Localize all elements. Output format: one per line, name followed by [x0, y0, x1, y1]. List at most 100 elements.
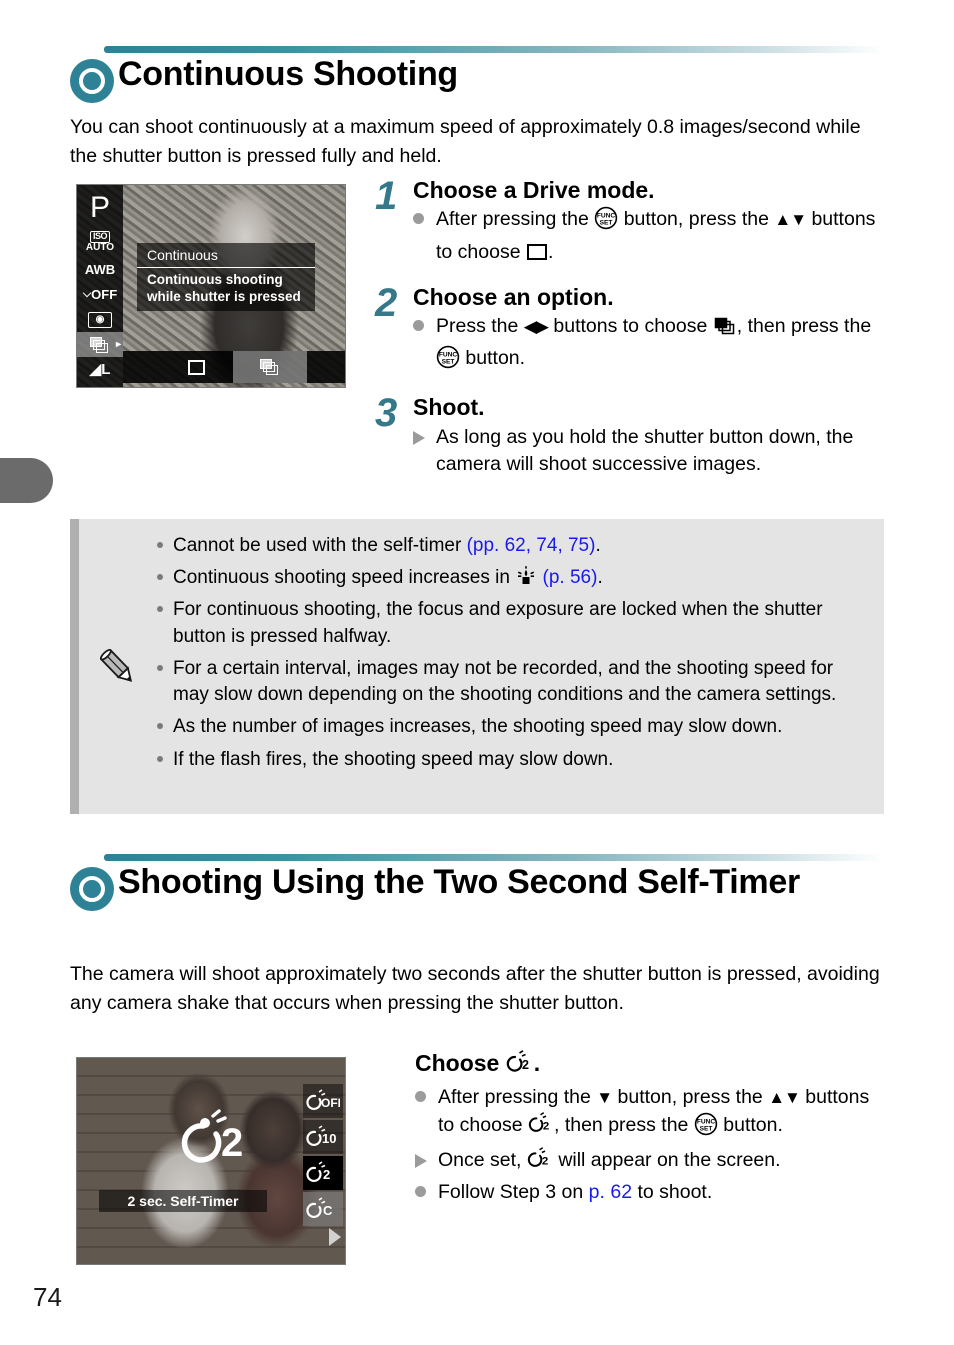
- note-bullet-icon: [157, 533, 173, 548]
- option-continuous-selected: [233, 351, 307, 383]
- step-2-bullet-text: Press the ◀▶ buttons to choose , then pr…: [436, 313, 887, 377]
- section2-instruction-heading: Choose 2 .: [415, 1050, 887, 1079]
- func-panel-title: Continuous: [137, 245, 315, 268]
- func-set-button-icon: FUNC SET: [436, 345, 460, 378]
- iso-label-top: ISO: [89, 231, 110, 243]
- note-item: As the number of images increases, the s…: [157, 714, 866, 740]
- section2-bullet-2: Once set, 2 will appear on the screen.: [415, 1146, 887, 1178]
- step-3-bullet: As long as you hold the shutter button d…: [413, 424, 887, 479]
- step-1-bullet-text: After pressing the FUNC SET button, pres…: [436, 206, 876, 263]
- func-menu-left-column: P ISO AUTO AWB ⌵OFF ◉ ◢L: [77, 185, 123, 387]
- self-timer-off-icon[interactable]: OFF: [303, 1084, 343, 1118]
- svg-text:SET: SET: [600, 220, 613, 227]
- step-2-bullet: Press the ◀▶ buttons to choose , then pr…: [413, 313, 887, 377]
- bullet-triangle-icon: [413, 424, 436, 445]
- camera-screen-self-timer: 2 2 sec. Self-Timer OFF 10: [76, 1057, 346, 1265]
- note-item: Continuous shooting speed increases in (…: [157, 565, 866, 591]
- shooting-mode-icon: P: [89, 191, 110, 224]
- notes-list: Cannot be used with the self-timer (pp. …: [157, 519, 884, 814]
- drive-mode-icon-selected: [77, 332, 123, 357]
- step-2-number: 2: [375, 280, 398, 325]
- left-right-arrows-icon: ◀▶: [523, 316, 549, 336]
- continuous-drive-icon: [714, 317, 736, 345]
- iso-setting-icon: ISO AUTO: [77, 227, 123, 257]
- image-quality-icon: ◢ L: [89, 361, 111, 378]
- page-reference-link[interactable]: (pp. 62, 74, 75): [467, 535, 596, 556]
- svg-text:C: C: [323, 1203, 333, 1218]
- svg-text:2: 2: [323, 1167, 330, 1182]
- step-1-bullet: After pressing the FUNC SET button, pres…: [413, 206, 887, 266]
- note-bullet-icon: [157, 747, 173, 762]
- self-timer-2sec-icon: 2: [506, 1050, 534, 1079]
- iso-label-bottom: AUTO: [85, 241, 115, 253]
- section-ring-icon: [70, 59, 114, 103]
- bullet-dot-icon: [415, 1084, 438, 1103]
- self-timer-2sec-icon-selected[interactable]: 2: [303, 1156, 343, 1190]
- func-set-button-icon: FUNC SET: [694, 1112, 718, 1145]
- manual-page: Continuous Shooting You can shoot contin…: [0, 0, 954, 1345]
- func-panel-desc-line1: Continuous shooting: [147, 272, 283, 287]
- self-timer-option-column: OFF 10 2: [303, 1084, 343, 1228]
- step-3: 3 Shoot. As long as you hold the shutter…: [375, 391, 887, 479]
- section1-steps: 1 Choose a Drive mode. After pressing th…: [375, 176, 887, 479]
- down-arrow-icon: ▼: [596, 1088, 613, 1108]
- self-timer-custom-icon[interactable]: C: [303, 1192, 343, 1226]
- section-two-second-self-timer: Shooting Using the Two Second Self-Timer: [70, 852, 884, 911]
- single-shot-square-icon: [526, 243, 547, 260]
- note-bullet-icon: [157, 656, 173, 671]
- step-2-title: Choose an option.: [413, 283, 614, 310]
- func-set-button-icon: FUNC SET: [594, 206, 618, 239]
- section-ring-icon: [70, 867, 114, 911]
- step-2: 2 Choose an option. Press the ◀▶ buttons…: [375, 280, 887, 378]
- section2-bullet-3: Follow Step 3 on p. 62 to shoot.: [415, 1179, 887, 1207]
- low-light-candle-icon: [515, 566, 542, 588]
- single-shot-square-icon: [187, 359, 205, 375]
- notes-box: Cannot be used with the self-timer (pp. …: [70, 519, 884, 814]
- bullet-dot-icon: [415, 1179, 438, 1198]
- section2-instructions: Choose 2 . After pressing the ▼ button, …: [415, 1050, 887, 1207]
- section2-bullet-1: After pressing the ▼ button, press the ▲…: [415, 1084, 887, 1144]
- flash-off-icon: ⌵ OFF: [82, 287, 118, 302]
- func-menu-description-panel: Continuous Continuous shooting while shu…: [137, 243, 315, 311]
- self-timer-2sec-icon: 2: [528, 1112, 554, 1143]
- note-item: Cannot be used with the self-timer (pp. …: [157, 533, 866, 559]
- step-1-title: Choose a Drive mode.: [413, 177, 655, 203]
- option-single-shot: [159, 351, 233, 383]
- up-down-arrows-icon: ▲▼: [774, 210, 807, 230]
- page-reference-link[interactable]: (p. 56): [543, 567, 598, 588]
- func-menu-option-bar: [123, 351, 345, 383]
- svg-text:2: 2: [522, 1058, 529, 1072]
- svg-text:SET: SET: [442, 358, 455, 365]
- step-1: 1 Choose a Drive mode. After pressing th…: [375, 176, 887, 267]
- notes-icon-column: [79, 519, 157, 814]
- self-timer-label: 2 sec. Self-Timer: [99, 1190, 267, 1212]
- page-reference-link[interactable]: p. 62: [589, 1181, 632, 1203]
- notes-accent-bar: [70, 519, 79, 814]
- svg-text:2: 2: [542, 1155, 548, 1167]
- svg-text:10: 10: [322, 1131, 336, 1146]
- func-panel-desc-line2: while shutter is pressed: [147, 289, 301, 305]
- svg-text:FUNC: FUNC: [597, 213, 616, 220]
- continuous-drive-icon: [260, 359, 280, 375]
- step-3-title: Shoot.: [413, 394, 485, 421]
- bullet-triangle-icon: [415, 1147, 438, 1168]
- note-bullet-icon: [157, 714, 173, 730]
- self-timer-2sec-icon: 2: [527, 1146, 553, 1178]
- section-heading-row: Shooting Using the Two Second Self-Timer: [70, 862, 884, 911]
- step-3-number: 3: [375, 391, 398, 436]
- note-bullet-icon: [157, 597, 173, 613]
- scroll-arrow-icon: [329, 1228, 341, 1246]
- white-balance-icon: AWB: [84, 262, 116, 277]
- svg-text:SET: SET: [699, 1125, 712, 1132]
- bullet-dot-icon: [413, 313, 436, 331]
- step-3-bullet-text: As long as you hold the shutter button d…: [436, 425, 854, 476]
- self-timer-2sec-large-icon: 2: [163, 1108, 243, 1165]
- pencil-icon: [95, 645, 141, 696]
- section-title: Continuous Shooting: [118, 55, 458, 93]
- note-item: For continuous shooting, the focus and e…: [157, 597, 866, 649]
- self-timer-10sec-icon[interactable]: 10: [303, 1120, 343, 1154]
- section-continuous-shooting: Continuous Shooting: [70, 44, 884, 103]
- note-bullet-icon: [157, 565, 173, 581]
- note-item: For a certain interval, images may not b…: [157, 656, 866, 708]
- heading-rule: [104, 46, 884, 53]
